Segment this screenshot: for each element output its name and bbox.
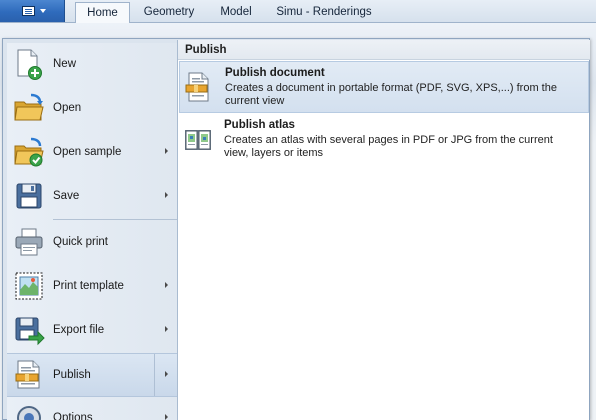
publish-atlas-title: Publish atlas (224, 119, 295, 131)
menu-item-label: Open sample (53, 146, 122, 158)
application-menu: New Open Open sample Save Quick print Pr… (2, 38, 590, 420)
printer-icon (13, 226, 45, 258)
submenu-arrow-icon (165, 192, 168, 198)
submenu-header: Publish (178, 40, 590, 60)
menu-item-label: Publish (53, 369, 91, 381)
print-template-icon (13, 270, 45, 302)
menu-command-list: New Open Open sample Save Quick print Pr… (7, 43, 177, 420)
tab-model[interactable]: Model (211, 2, 261, 23)
publish-atlas-item[interactable]: Publish atlas Creates an atlas with seve… (179, 114, 589, 166)
publish-atlas-icon (184, 124, 212, 154)
publish-icon (13, 359, 45, 391)
menu-item-label: Quick print (53, 236, 108, 248)
menu-separator (53, 219, 177, 220)
application-menu-button[interactable] (0, 0, 65, 22)
publish-document-title: Publish document (225, 67, 325, 79)
menu-icon (22, 6, 35, 16)
submenu-arrow-icon (165, 371, 168, 377)
menu-item-label: New (53, 58, 77, 70)
tab-simu-renderings[interactable]: Simu - Renderings (271, 2, 377, 23)
open-sample-icon (13, 136, 45, 168)
tab-home[interactable]: Home (75, 2, 130, 23)
menu-item-label: Open (53, 102, 82, 114)
menu-item-quick-print[interactable]: Quick print (7, 221, 177, 265)
menu-item-label: Print template (53, 280, 124, 292)
menu-item-open-sample[interactable]: Open sample (7, 131, 177, 175)
publish-document-description: Creates a document in portable format (P… (225, 82, 557, 107)
publish-atlas-description: Creates an atlas with several pages in P… (224, 134, 553, 159)
chevron-down-icon (40, 9, 46, 13)
menu-item-label: Options (53, 412, 93, 420)
menu-item-label: Export file (53, 324, 105, 336)
menu-item-save[interactable]: Save (7, 175, 177, 219)
menu-item-open[interactable]: Open (7, 87, 177, 131)
menu-item-label: Save (53, 190, 80, 202)
publish-document-icon (185, 72, 213, 102)
options-icon (13, 402, 45, 420)
submenu-arrow-icon (165, 148, 168, 154)
export-file-icon (13, 314, 45, 346)
menu-item-publish[interactable]: Publish (7, 353, 177, 397)
menu-item-new[interactable]: New (7, 43, 177, 87)
submenu-arrow-icon (165, 414, 168, 420)
submenu-title: Publish (185, 44, 227, 56)
tab-geometry[interactable]: Geometry (137, 2, 201, 23)
submenu-arrow-icon (165, 282, 168, 288)
new-document-icon (13, 48, 45, 80)
publish-submenu: Publish Publish document Creates a docum… (177, 40, 590, 420)
split-divider (154, 354, 155, 396)
submenu-arrow-icon (165, 326, 168, 332)
menu-item-export-file[interactable]: Export file (7, 309, 177, 353)
save-icon (13, 180, 45, 212)
open-folder-icon (13, 92, 45, 124)
menu-item-print-template[interactable]: Print template (7, 265, 177, 309)
publish-document-item[interactable]: Publish document Creates a document in p… (179, 61, 589, 113)
menu-item-options[interactable]: Options (7, 397, 177, 420)
ribbon-tab-strip: Home Geometry Model Simu - Renderings (0, 0, 596, 23)
